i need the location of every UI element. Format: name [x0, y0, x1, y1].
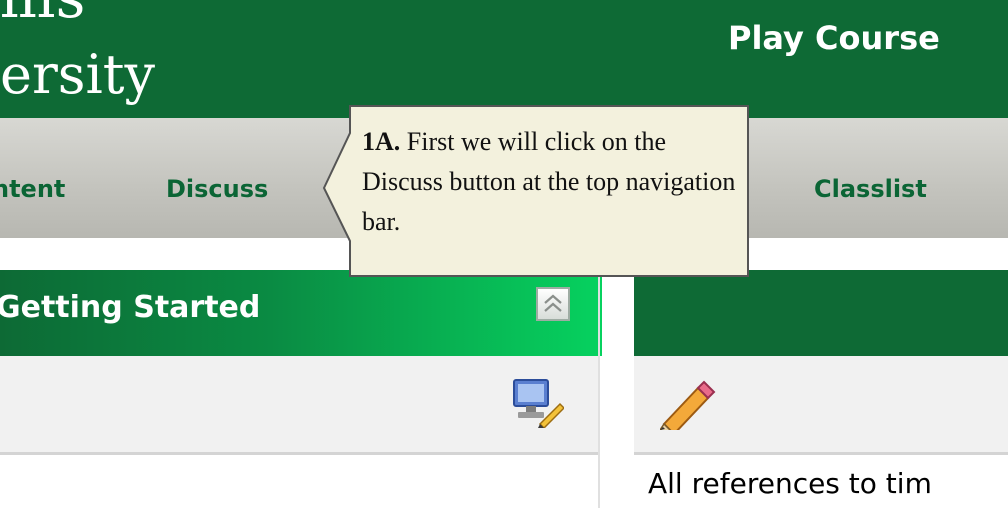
nav-item-discuss[interactable]: Discuss	[166, 173, 268, 205]
double-chevron-up-icon	[544, 294, 562, 312]
right-widget-toolbar	[634, 356, 1008, 455]
nav-item-content[interactable]: ntent	[0, 173, 65, 205]
pencil-icon[interactable]	[660, 378, 716, 430]
course-title: Play Course	[728, 19, 940, 57]
logo-text-top: ills	[0, 0, 240, 26]
right-widget-header	[634, 270, 1008, 356]
column-divider	[598, 260, 600, 508]
logo-text-bottom: ersity	[0, 43, 155, 106]
callout-instruction: First we will click on the Discuss butto…	[362, 127, 736, 236]
getting-started-toolbar	[0, 356, 600, 455]
nav-item-classlist[interactable]: Classlist	[814, 173, 927, 205]
site-header: ills ersity Play Course	[0, 0, 1008, 118]
references-text: All references to tim	[648, 467, 932, 500]
collapse-button[interactable]	[536, 287, 570, 321]
widget-title: Getting Started	[0, 290, 261, 325]
computer-edit-icon[interactable]	[510, 378, 564, 428]
callout-text: 1A. First we will click on the Discuss b…	[362, 122, 742, 242]
getting-started-widget-header: Getting Started	[0, 270, 602, 356]
callout-step: 1A.	[362, 127, 401, 156]
